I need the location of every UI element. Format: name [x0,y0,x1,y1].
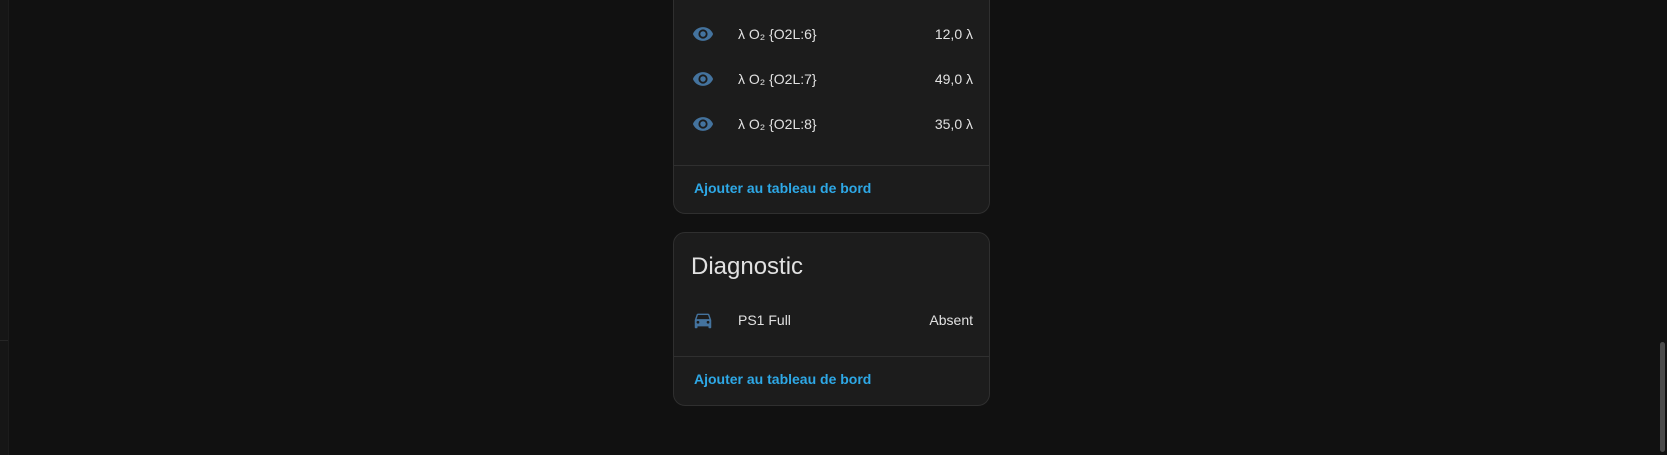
card-actions-divider [674,165,989,166]
scrollbar-thumb[interactable] [1660,342,1665,452]
entity-value: Absent [929,312,973,328]
entity-row[interactable]: λ O₂ {O2L:6} 12,0 λ [674,14,989,54]
entity-value: 12,0 λ [934,26,973,42]
entity-value: 35,0 λ [934,116,973,132]
sidebar-divider [0,340,8,341]
diagnostic-card: Diagnostic PS1 Full Absent Ajouter au ta… [673,232,990,406]
eye-icon [691,67,715,91]
entity-name: λ O₂ {O2L:6} [738,26,817,42]
scrollbar[interactable] [1657,0,1667,455]
sensors-card: λ O₂ {O2L:6} 12,0 λ λ O₂ {O2L:7} 49,0 λ … [673,0,990,214]
page: λ O₂ {O2L:6} 12,0 λ λ O₂ {O2L:7} 49,0 λ … [0,0,1667,455]
entity-row[interactable]: λ O₂ {O2L:7} 49,0 λ [674,59,989,99]
entity-row[interactable]: PS1 Full Absent [674,300,989,340]
add-to-dashboard-button[interactable]: Ajouter au tableau de bord [694,180,871,196]
add-to-dashboard-button[interactable]: Ajouter au tableau de bord [694,371,871,387]
left-sidebar-edge [0,0,9,455]
card-actions-divider [674,356,989,357]
entity-name: PS1 Full [738,312,791,328]
card-title: Diagnostic [691,253,804,280]
eye-icon [691,112,715,136]
car-icon [691,308,715,332]
entity-row[interactable]: λ O₂ {O2L:8} 35,0 λ [674,104,989,144]
eye-icon [691,22,715,46]
entity-name: λ O₂ {O2L:8} [738,116,817,132]
entity-value: 49,0 λ [934,71,973,87]
entity-name: λ O₂ {O2L:7} [738,71,817,87]
